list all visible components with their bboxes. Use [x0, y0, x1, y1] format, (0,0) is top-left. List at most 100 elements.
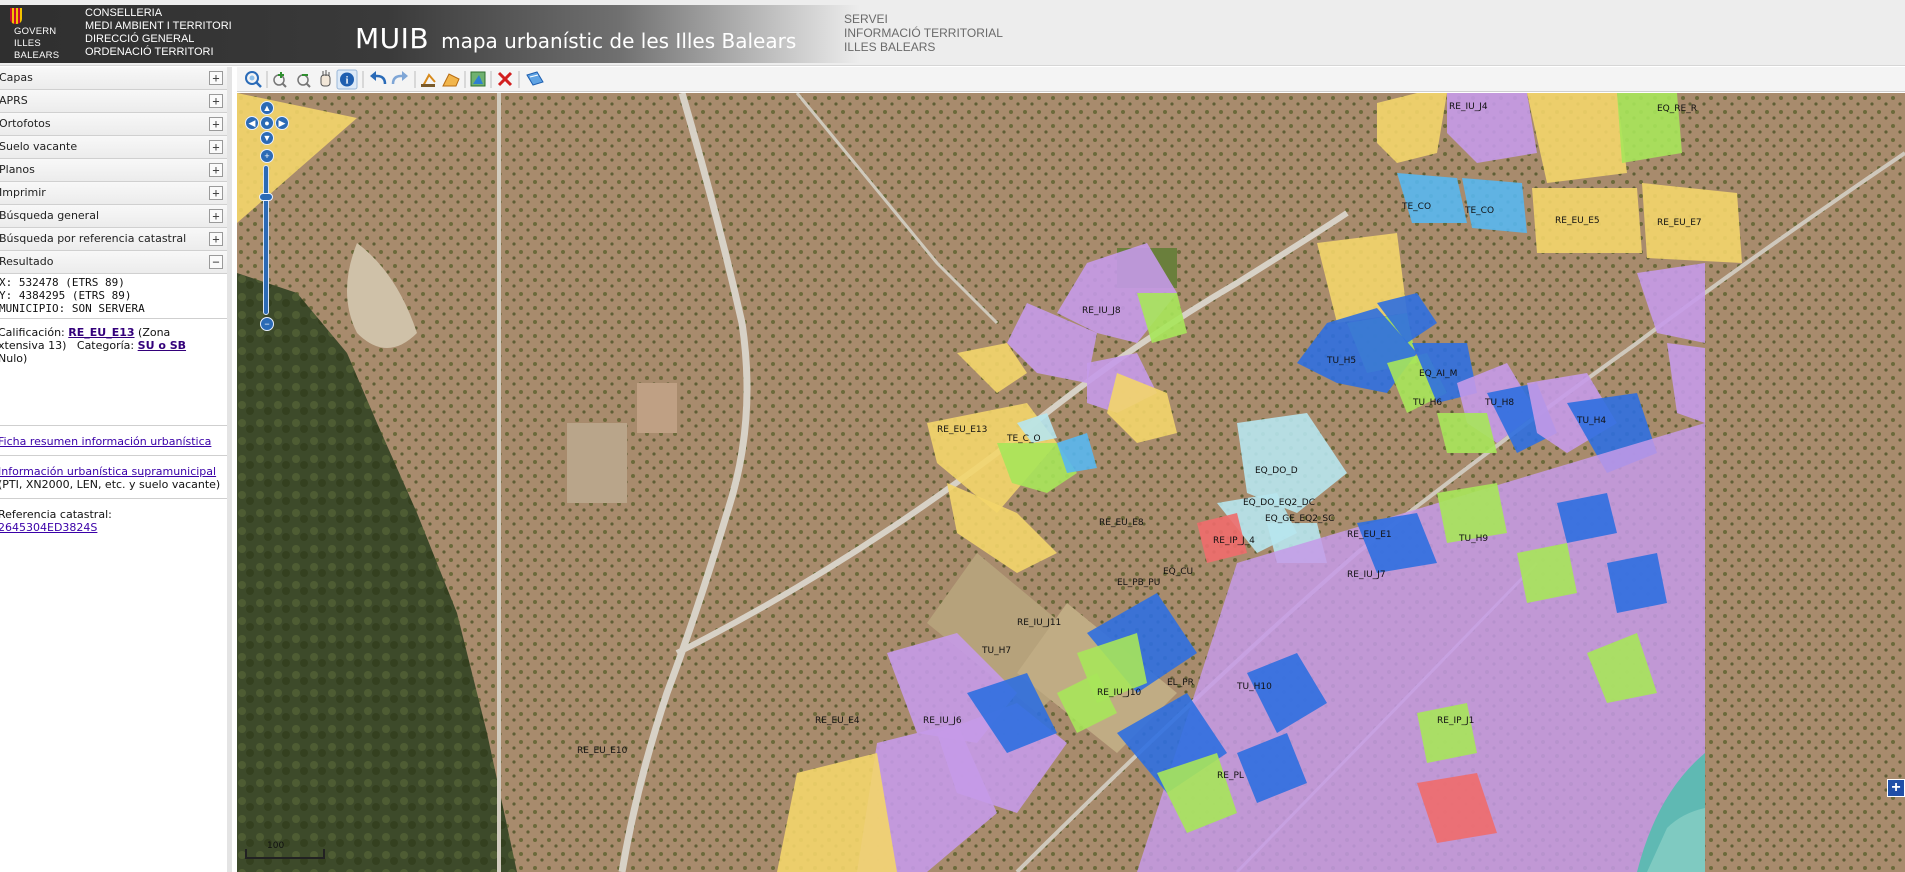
zone-label: RE_EU_E4: [815, 716, 860, 726]
servei-line: ILLES BALEARS: [844, 40, 936, 54]
expand-icon[interactable]: +: [209, 186, 223, 200]
zone-label: RE_IU_J11: [1017, 618, 1061, 628]
zone-label: RE_IU_J8: [1082, 306, 1121, 316]
sidebar-item-label: Suelo vacante: [0, 140, 78, 153]
zone-label: RE_IU_J4: [1449, 102, 1488, 112]
zoom-slider[interactable]: [263, 165, 269, 315]
servei-line: INFORMACIÓ TERRITORIAL: [844, 26, 1003, 40]
toolbar-icons: i: [245, 69, 544, 90]
pan-left-icon[interactable]: ◀: [245, 116, 259, 130]
sidebar-item-capas[interactable]: Capas +: [0, 67, 227, 90]
zoom-in-map-icon[interactable]: +: [260, 149, 274, 163]
app-name: MUIB: [355, 22, 430, 55]
undo-icon[interactable]: [370, 71, 387, 85]
expand-icon[interactable]: +: [209, 71, 223, 85]
zoom-out-icon[interactable]: [297, 74, 311, 88]
measure-distance-icon[interactable]: [421, 73, 436, 87]
zone-label: TE_CO: [1401, 202, 1431, 212]
zone-label: RE_IU_J10: [1097, 688, 1142, 698]
zone-label: RE_IU_J6: [923, 716, 962, 726]
divider: [0, 425, 227, 426]
sidebar-item-planos[interactable]: Planos +: [0, 159, 227, 182]
zone-polygon[interactable]: [1417, 703, 1477, 763]
zone-polygon[interactable]: [1607, 553, 1667, 613]
expand-icon[interactable]: +: [209, 163, 223, 177]
measure-area-icon[interactable]: [442, 73, 460, 87]
pan-hand-icon[interactable]: [320, 70, 331, 87]
zone-label: RE_IU_J7: [1347, 570, 1386, 580]
redo-icon[interactable]: [391, 71, 408, 85]
calificacion-link[interactable]: RE_EU_E13: [68, 326, 134, 339]
supramunicipal-text: (PTI, XN2000, LEN, etc. y suelo vacante): [0, 478, 221, 491]
zone-polygon[interactable]: [1517, 543, 1577, 603]
map-view[interactable]: RE_IU_J4 TE_CO TE_CO RE_EU_E5 RE_EU_E7 E…: [237, 93, 1905, 872]
zoom-slider-handle[interactable]: [259, 193, 273, 201]
expand-icon[interactable]: +: [209, 94, 223, 108]
zone-label: TU_H7: [981, 646, 1011, 656]
zone-label: RE_EU_E5: [1555, 216, 1600, 226]
sidebar-item-ortofotos[interactable]: Ortofotos +: [0, 113, 227, 136]
zone-label: TE_CO: [1464, 206, 1494, 216]
zone-label: EQ_DO_EQ2_DC: [1243, 498, 1315, 508]
sidebar-item-label: Búsqueda general: [0, 209, 99, 222]
layer-switcher-button[interactable]: +: [1887, 779, 1905, 797]
zoom-out-map-icon[interactable]: −: [260, 317, 274, 331]
ficha-block: Ficha resumen información urbanística: [0, 429, 227, 452]
map-canvas[interactable]: RE_IU_J4 TE_CO TE_CO RE_EU_E5 RE_EU_E7 E…: [237, 93, 1905, 872]
zone-label: RE_IP_J_4: [1213, 536, 1255, 546]
clear-icon[interactable]: [497, 71, 513, 87]
zone-label: EQ_DO_D: [1255, 466, 1298, 476]
zone-label: TU_H10: [1236, 682, 1272, 692]
result-panel: X: 532478 (ETRS 89) Y: 4384295 (ETRS 89)…: [0, 274, 227, 538]
expand-icon[interactable]: +: [209, 232, 223, 246]
zone-polygon[interactable]: [1377, 93, 1447, 163]
app-subtitle: mapa urbanístic de les Illes Balears: [441, 29, 797, 53]
sidebar-item-imprimir[interactable]: Imprimir +: [0, 182, 227, 205]
sidebar-item-label: Ortofotos: [0, 117, 51, 130]
categoria-link[interactable]: SU o SB: [138, 339, 186, 352]
collapse-icon[interactable]: −: [209, 255, 223, 269]
supramunicipal-link[interactable]: Información urbanística supramunicipal: [0, 465, 227, 478]
govern-logo-line: BALEARS: [14, 50, 60, 61]
zone-label: TU_H5: [1326, 356, 1356, 366]
print-map-icon[interactable]: [470, 71, 486, 87]
app-window: GOVERN ILLES BALEARS CONSELLERIA MEDI AM…: [0, 0, 1905, 872]
map-toolbar: i: [237, 67, 1905, 92]
info-icon[interactable]: i: [340, 72, 354, 87]
header: GOVERN ILLES BALEARS CONSELLERIA MEDI AM…: [0, 0, 1905, 66]
zone-label: EQ_GE_EQ2_SC: [1265, 514, 1334, 524]
govern-logo-text: GOVERN ILLES BALEARS: [14, 26, 59, 62]
zoom-in-icon[interactable]: [273, 72, 287, 88]
expand-icon[interactable]: +: [209, 140, 223, 154]
app-title: MUIB mapa urbanístic de les Illes Balears: [355, 22, 796, 55]
referencia-catastral-link[interactable]: 2645304ED3824S: [0, 521, 227, 534]
pan-up-icon[interactable]: ▲: [260, 101, 274, 115]
sidebar-item-busqueda-catastral[interactable]: Búsqueda por referencia catastral +: [0, 228, 227, 251]
referencia-block: Referencia catastral: 2645304ED3824S: [0, 502, 227, 538]
help-book-icon[interactable]: [526, 71, 544, 86]
govern-logo-line: GOVERN: [14, 26, 57, 37]
zone-polygon[interactable]: [1437, 413, 1497, 453]
govern-logo[interactable]: GOVERN ILLES BALEARS: [8, 8, 59, 62]
sidebar-item-busqueda-general[interactable]: Búsqueda general +: [0, 205, 227, 228]
map-navigation-control: ▲ ◀ ● ▶ ▼ + −: [245, 101, 289, 341]
conselleria-line: ORDENACIÓ TERRITORI: [85, 46, 214, 58]
zone-label: RE_EU_E1: [1347, 530, 1392, 540]
sidebar-item-label: Planos: [0, 163, 35, 176]
pan-right-icon[interactable]: ▶: [275, 116, 289, 130]
expand-icon[interactable]: +: [209, 117, 223, 131]
sidebar-item-resultado[interactable]: Resultado −: [0, 251, 227, 274]
sidebar-item-label: Resultado: [0, 255, 54, 268]
pan-down-icon[interactable]: ▼: [260, 131, 274, 145]
zoom-extent-icon[interactable]: [245, 71, 262, 88]
zone-label: TE_C_O: [1006, 434, 1041, 444]
divider: [0, 498, 227, 499]
sidebar-item-suelo-vacante[interactable]: Suelo vacante +: [0, 136, 227, 159]
conselleria-line: DIRECCIÓ GENERAL: [85, 33, 195, 45]
ficha-resumen-link[interactable]: Ficha resumen información urbanística: [0, 435, 227, 448]
calificacion-label: Calificación:: [0, 326, 65, 339]
expand-icon[interactable]: +: [209, 209, 223, 223]
pan-center-icon[interactable]: ●: [260, 116, 274, 130]
sidebar-item-aprs[interactable]: APRS +: [0, 90, 227, 113]
zone-label: TU_H9: [1458, 534, 1488, 544]
